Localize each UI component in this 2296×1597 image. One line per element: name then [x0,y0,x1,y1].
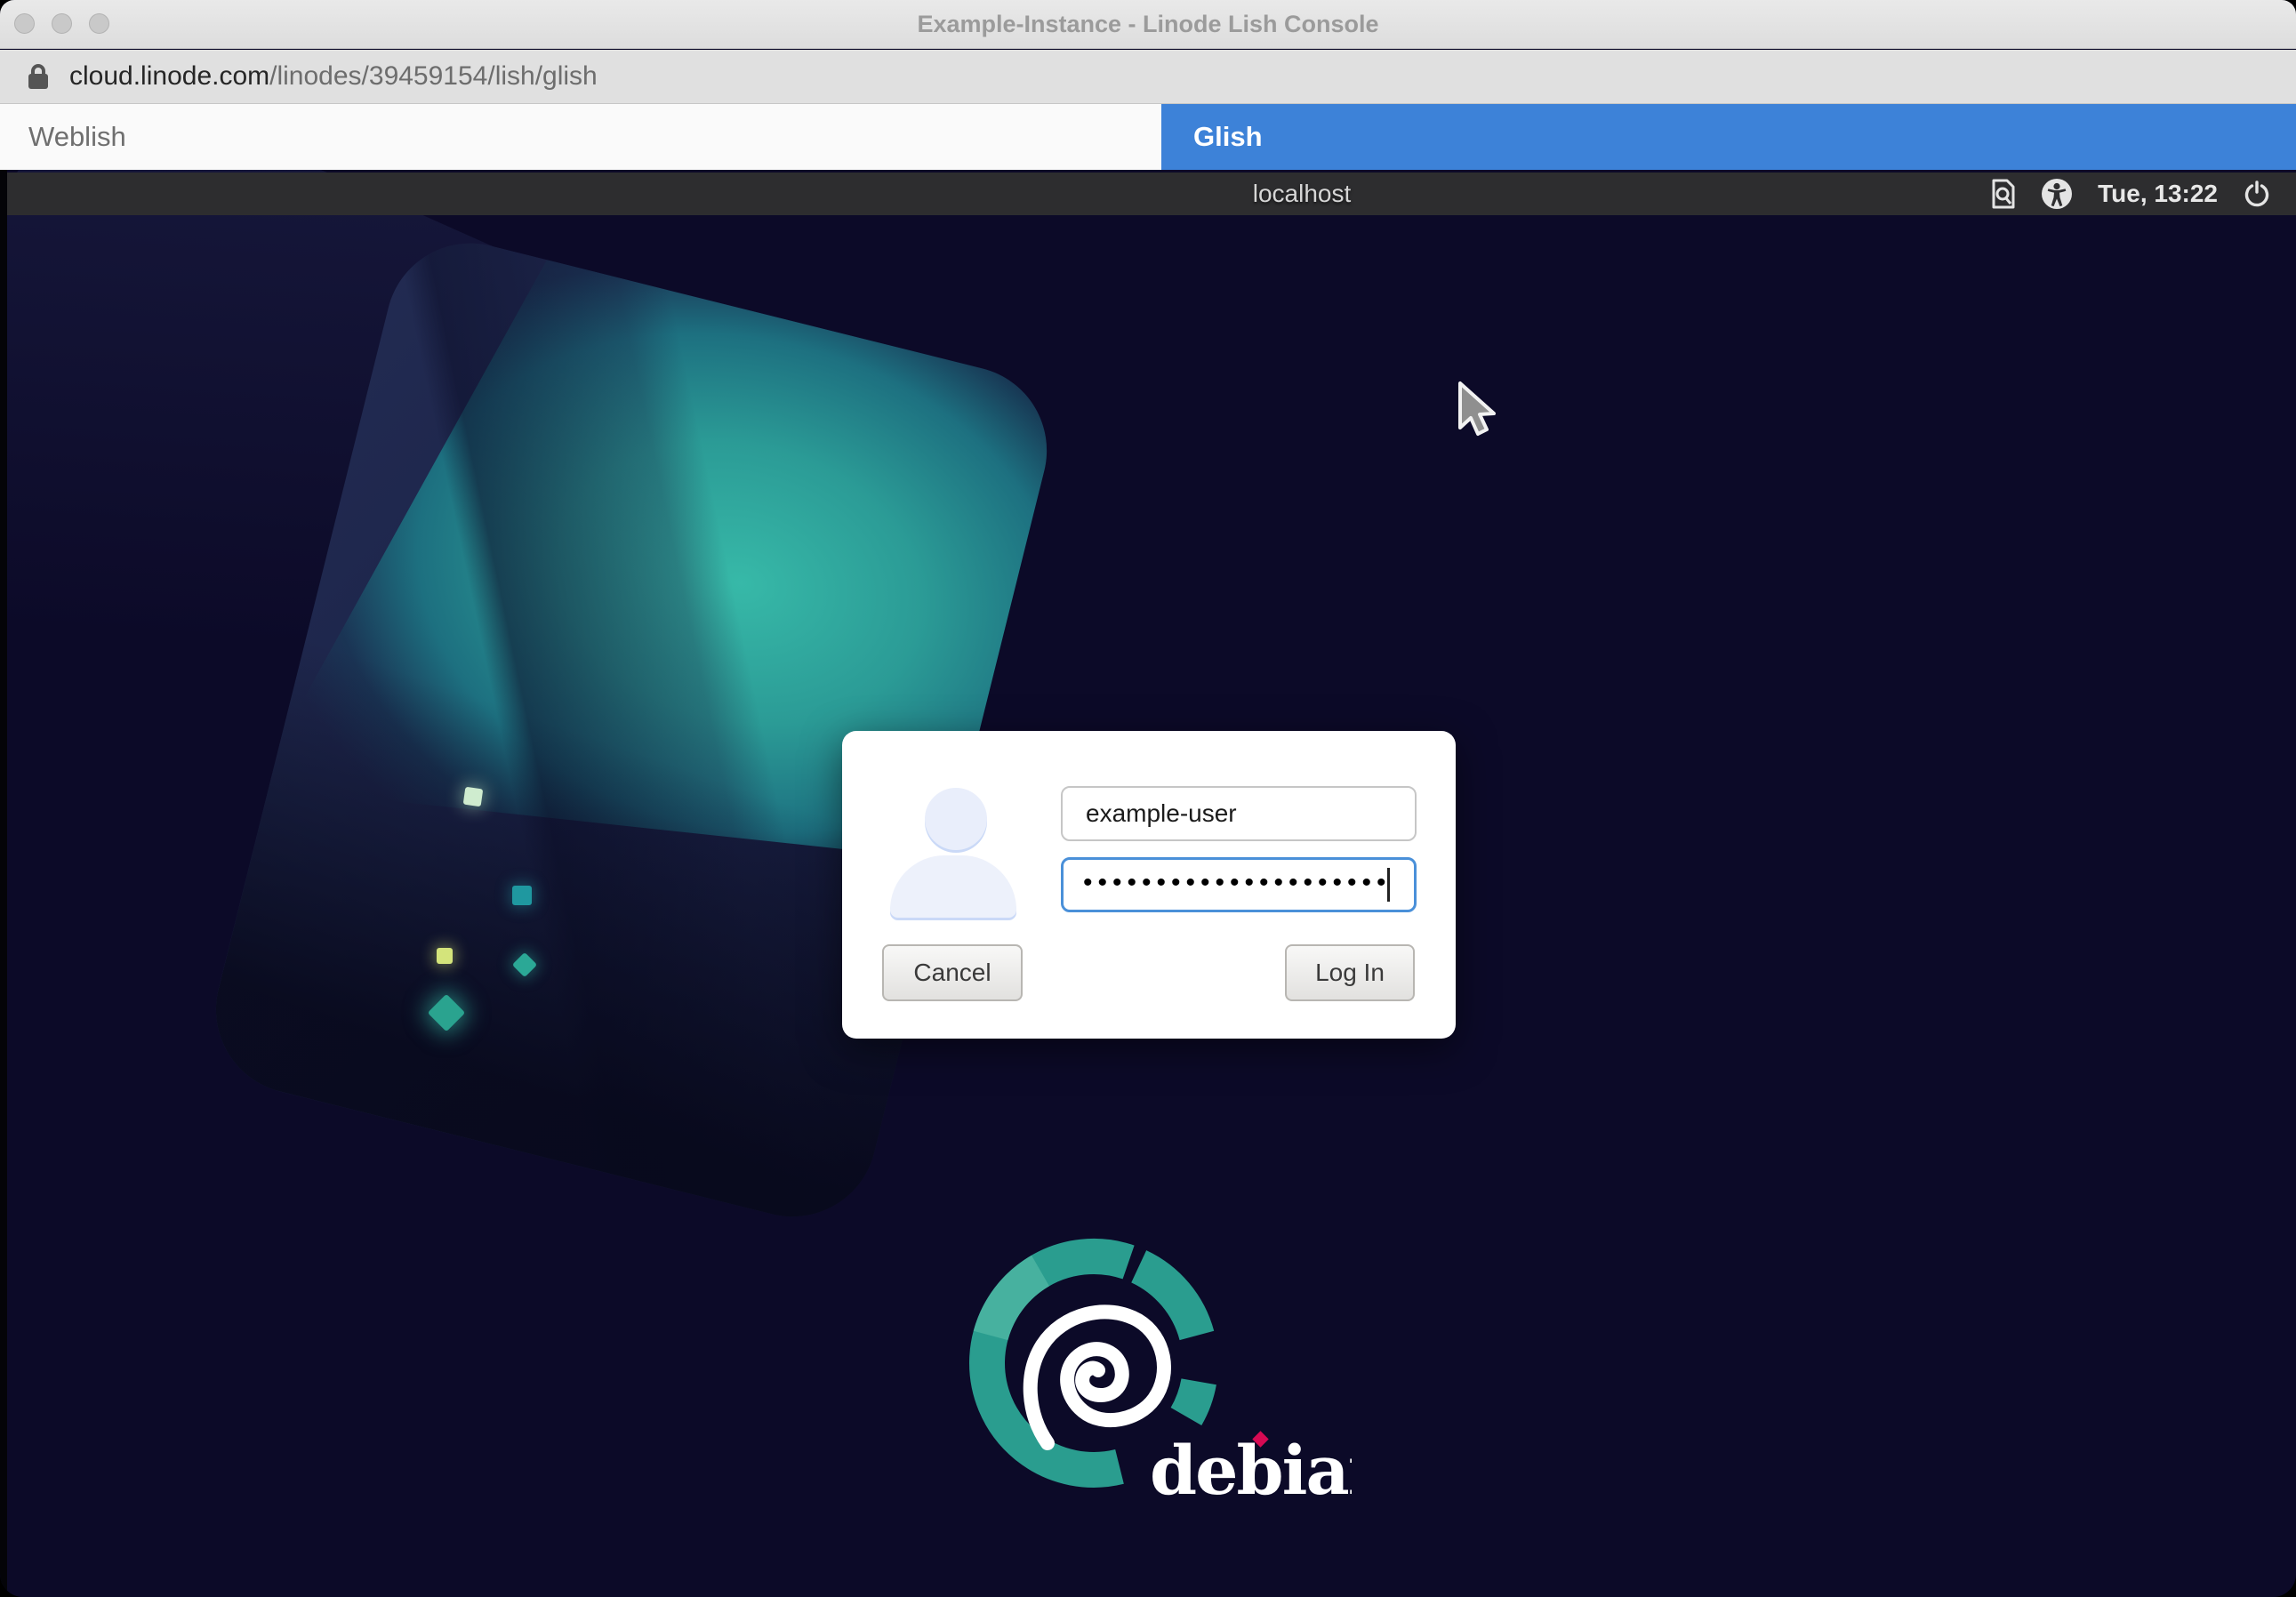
tab-glish-label: Glish [1193,121,1263,153]
password-field[interactable]: ••••••••••••••••••••• [1061,857,1417,912]
username-field[interactable]: example-user [1061,786,1417,841]
user-avatar-icon [925,788,987,850]
browser-window: Example-Instance - Linode Lish Console c… [0,0,2296,1597]
window-title: Example-Instance - Linode Lish Console [0,0,2296,49]
debian-swirl-icon [1031,1312,1164,1443]
accessibility-icon[interactable] [2041,178,2073,210]
text-caret [1387,868,1390,902]
cancel-button[interactable]: Cancel [882,944,1023,1001]
log-in-button-label: Log In [1315,959,1385,987]
user-avatar-icon [890,855,1016,918]
cancel-button-label: Cancel [913,959,991,987]
log-in-button[interactable]: Log In [1285,944,1415,1001]
tab-glish[interactable]: Glish [1161,104,2296,170]
login-dialog: example-user ••••••••••••••••••••• Cance… [842,731,1456,1039]
glow-square [437,948,453,964]
password-masked-value: ••••••••••••••••••••• [1083,868,1385,898]
url-text: cloud.linode.com/linodes/39459154/lish/g… [69,61,598,92]
screen-edge [0,170,7,1597]
lock-icon[interactable] [27,62,50,91]
hostname-label: localhost [1253,173,1352,215]
glow-square [512,886,532,905]
lish-tab-bar: Weblish Glish [0,104,2296,170]
glow-square [463,787,484,807]
address-bar[interactable]: cloud.linode.com/linodes/39459154/lish/g… [0,50,2296,104]
url-path: /linodes/39459154/lish/glish [269,61,598,91]
username-value: example-user [1086,799,1237,828]
clock-label: Tue, 13:22 [2098,180,2218,208]
mouse-cursor-icon [1448,378,1505,444]
gnome-top-bar: localhost Tue, 13:22 [7,173,2296,215]
power-icon[interactable] [2243,180,2271,208]
debian-wordmark: debian [1150,1431,1352,1510]
tab-weblish[interactable]: Weblish [0,104,1161,170]
glish-console-screen: localhost Tue, 13:22 [0,170,2296,1597]
tab-weblish-label: Weblish [28,121,126,153]
titlebar: Example-Instance - Linode Lish Console [0,0,2296,49]
magnifier-document-icon[interactable] [1991,179,2016,209]
debian-logo: debian [943,1232,1352,1538]
url-host: cloud.linode.com [69,61,269,91]
